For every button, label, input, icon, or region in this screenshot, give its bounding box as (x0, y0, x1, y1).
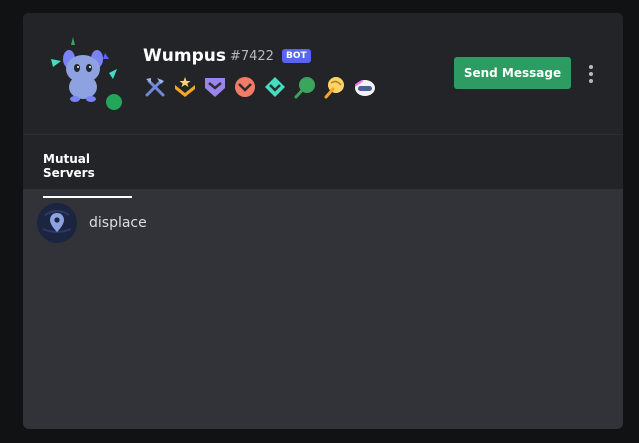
location-pin-icon (37, 203, 77, 243)
list-item[interactable]: displace (37, 203, 607, 243)
gold-chevron-badge-icon[interactable] (173, 75, 197, 99)
purple-hypesquad-badge-icon[interactable] (203, 75, 227, 99)
badge-list (143, 75, 377, 99)
green-leaf-badge-icon[interactable] (293, 75, 317, 99)
send-message-button[interactable]: Send Message (454, 57, 571, 89)
profile-modal: Wumpus #7422 BOT Send Message Mutual Ser… (23, 13, 623, 429)
avatar[interactable] (47, 37, 125, 113)
profile-tabs: Mutual Servers (23, 135, 623, 198)
yellow-bug-hunter-badge-icon[interactable] (323, 75, 347, 99)
username-line: Wumpus #7422 BOT (143, 46, 311, 66)
hammer-pickaxe-badge-icon[interactable] (143, 75, 167, 99)
username: Wumpus (143, 46, 226, 66)
green-hypesquad-badge-icon[interactable] (263, 75, 287, 99)
profile-header: Wumpus #7422 BOT Send Message (23, 13, 623, 135)
bot-tag: BOT (281, 49, 311, 63)
tab-mutual-servers[interactable]: Mutual Servers (43, 152, 132, 198)
server-icon (37, 203, 77, 243)
nitro-helmet-badge-icon[interactable] (353, 75, 377, 99)
more-vertical-icon[interactable] (586, 65, 596, 83)
discriminator: #7422 (229, 48, 274, 64)
red-hypesquad-badge-icon[interactable] (233, 75, 257, 99)
online-status-indicator (103, 91, 125, 113)
server-name: displace (89, 215, 147, 231)
